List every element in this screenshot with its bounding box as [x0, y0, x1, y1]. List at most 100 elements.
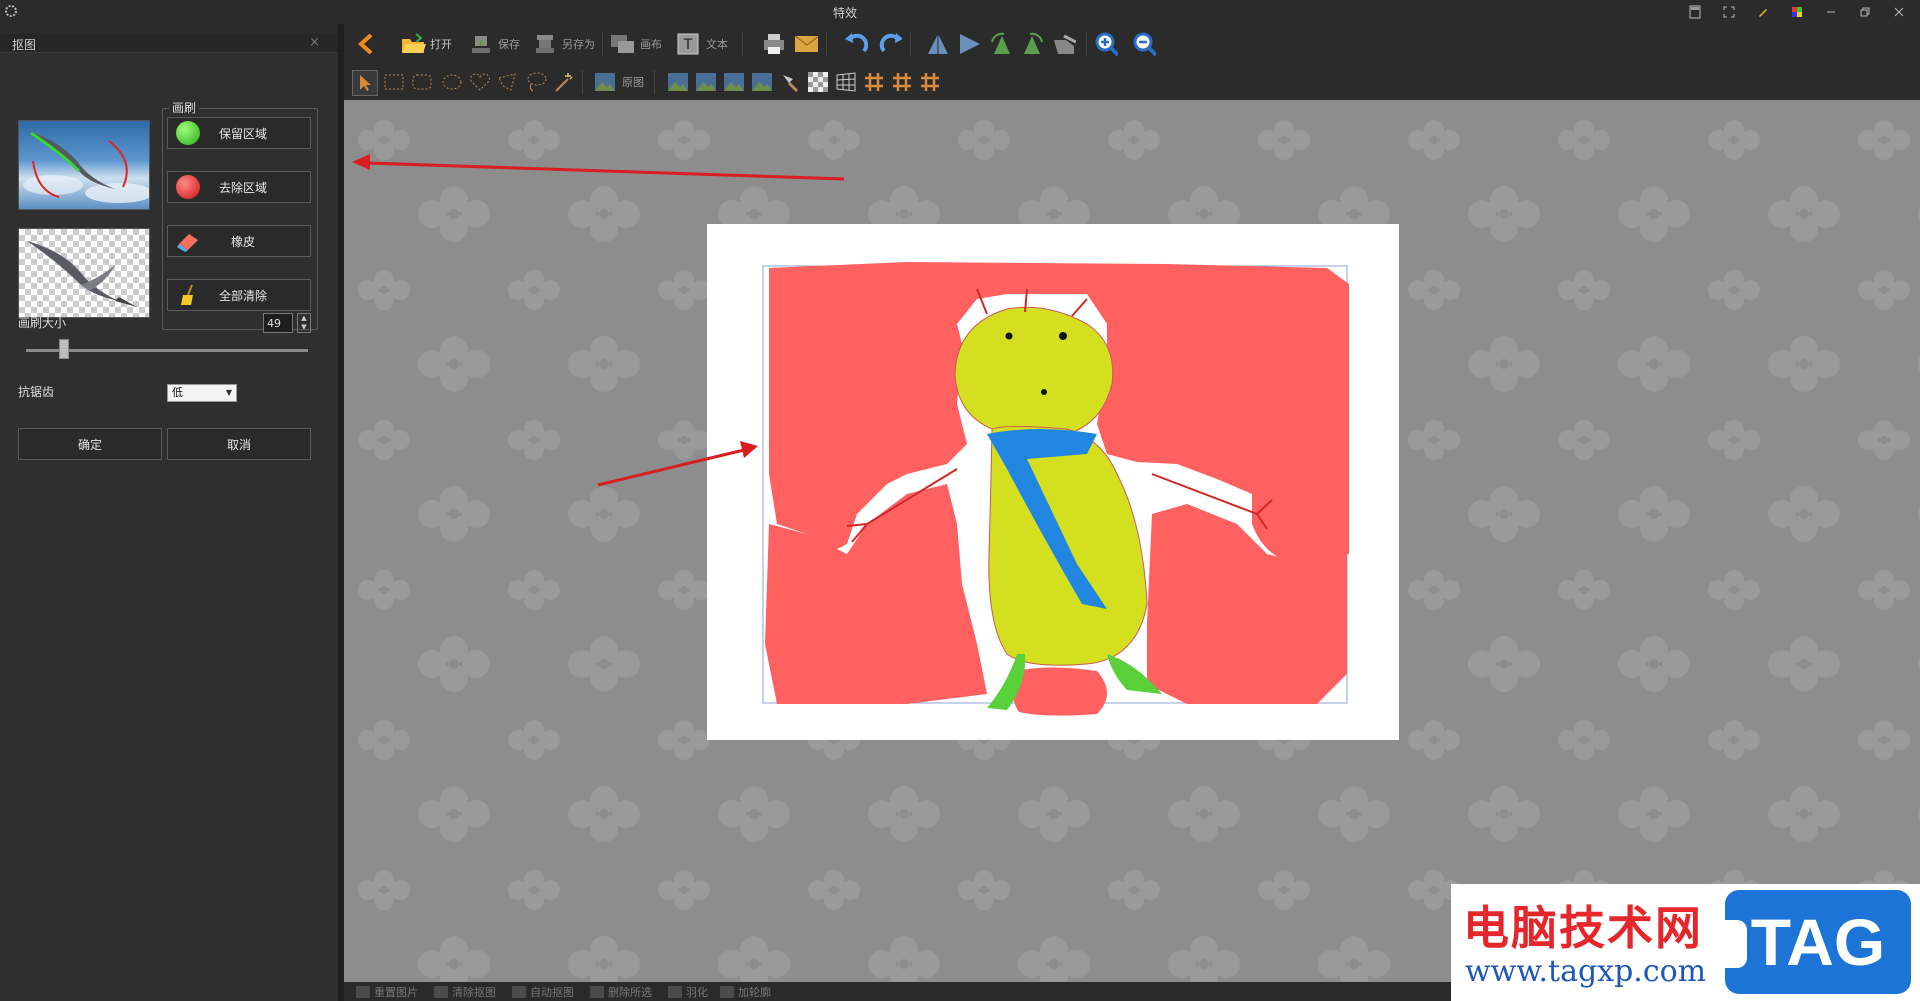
fullscreen-icon[interactable]	[1716, 2, 1742, 22]
print-icon[interactable]	[762, 32, 786, 56]
text-icon-glyph: T	[683, 37, 693, 53]
arrow-to-mask	[597, 448, 745, 487]
photo-filter-1-icon[interactable]	[666, 70, 690, 94]
heart-select-icon[interactable]	[468, 70, 492, 94]
grid-1-icon[interactable]	[862, 70, 886, 94]
remove-area-button[interactable]: 去除区域	[167, 171, 311, 203]
photo-filter-2-icon[interactable]	[694, 70, 718, 94]
brush-size-slider-thumb[interactable]	[58, 339, 69, 359]
remove-area-label: 去除区域	[218, 180, 267, 195]
watermark-tag-logo: TAG	[1725, 890, 1911, 994]
flip-vertical-icon[interactable]	[926, 32, 950, 56]
spin-up-icon[interactable]: ▲	[298, 314, 310, 323]
cancel-button[interactable]: 取消	[167, 428, 311, 460]
text-label: 文本	[706, 38, 728, 51]
toolbar-divider	[602, 32, 603, 56]
eraser-label: 橡皮	[230, 234, 255, 249]
lasso-select-icon[interactable]	[524, 70, 548, 94]
result-preview-thumbnail	[18, 228, 150, 318]
toolbar-divider	[910, 32, 911, 56]
clear-all-button[interactable]: 全部清除	[167, 279, 311, 311]
brush-size-value[interactable]: 49	[263, 313, 293, 333]
ellipse-select-icon[interactable]	[440, 70, 464, 94]
toolbar-divider	[582, 70, 583, 94]
zoom-out-icon[interactable]	[1132, 32, 1156, 57]
palette-icon[interactable]	[1784, 2, 1810, 22]
add-outline-action[interactable]: 加轮廓	[720, 984, 771, 1000]
brush-legend: 画刷	[169, 99, 200, 116]
email-icon[interactable]	[794, 32, 818, 56]
rotate-left-icon[interactable]	[990, 32, 1014, 56]
rotate-right-icon[interactable]	[1020, 32, 1044, 56]
cutout-panel: 抠图 × 画刷 保留区域 去除区域 橡皮 全部清除 画刷大小 49 ▲ ▼ 抗锯…	[0, 34, 338, 1001]
antialias-label: 抗锯齿	[18, 385, 55, 399]
photo-filter-4-icon[interactable]	[750, 70, 774, 94]
effects-icon[interactable]	[1052, 32, 1076, 56]
rect-select-icon[interactable]	[382, 70, 406, 94]
perspective-grid-icon[interactable]	[834, 70, 858, 94]
grid-3-icon[interactable]	[918, 70, 942, 94]
save-as-button[interactable]: 另存为	[532, 28, 595, 60]
restore-icon[interactable]	[1852, 2, 1878, 22]
toolbar-divider	[826, 32, 827, 56]
save-label: 保存	[498, 38, 520, 51]
undo-icon[interactable]	[844, 32, 868, 56]
rounded-rect-select-icon[interactable]	[410, 70, 434, 94]
brush-group: 画刷 保留区域 去除区域 橡皮 全部清除	[162, 99, 318, 330]
text-button[interactable]: T 文本	[676, 28, 728, 60]
original-image-button[interactable]: 原图	[592, 66, 644, 98]
title-bar: 特效	[0, 0, 1920, 24]
clear-cutout-action[interactable]: 清除抠图	[434, 984, 496, 1000]
photo-filter-3-icon[interactable]	[722, 70, 746, 94]
feather-icon	[668, 986, 682, 998]
reset-icon	[356, 986, 370, 998]
delete-selected-action[interactable]: 删除所选	[590, 984, 652, 1000]
window-title: 特效	[832, 6, 857, 20]
zoom-in-icon[interactable]	[1094, 32, 1118, 57]
watermark-url: www.tagxp.com	[1465, 954, 1707, 989]
reset-image-action[interactable]: 重置图片	[356, 984, 418, 1000]
brush-size-spinner[interactable]: 49 ▲ ▼	[263, 313, 315, 335]
canvas-area[interactable]	[344, 100, 1920, 982]
spin-down-icon[interactable]: ▼	[298, 323, 310, 332]
arrow-head-right	[740, 441, 758, 458]
brush-tool-icon[interactable]	[778, 70, 802, 94]
flip-horizontal-icon[interactable]	[958, 32, 982, 56]
open-label: 打开	[430, 38, 452, 51]
transparency-icon[interactable]	[806, 70, 830, 94]
red-dot-icon	[176, 175, 200, 199]
pointer-tool-icon[interactable]	[352, 70, 378, 96]
back-button[interactable]	[354, 28, 380, 60]
clear-cutout-label: 清除抠图	[452, 986, 496, 999]
document-icon[interactable]	[1682, 2, 1708, 22]
redo-icon[interactable]	[878, 32, 902, 56]
selection-toolbar: 原图	[344, 64, 1920, 101]
open-button[interactable]: 打开	[400, 28, 452, 60]
auto-cutout-action[interactable]: 自动抠图	[512, 984, 574, 1000]
pencil-icon[interactable]	[1750, 2, 1776, 22]
grid-2-icon[interactable]	[890, 70, 914, 94]
text-icon: T	[676, 31, 702, 57]
polygon-select-icon[interactable]	[496, 70, 520, 94]
canvas-button[interactable]: 画布	[610, 28, 662, 60]
close-window-icon[interactable]	[1886, 2, 1912, 22]
keep-area-button[interactable]: 保留区域	[167, 117, 311, 149]
panel-close-icon[interactable]: ×	[309, 35, 320, 50]
original-image-label: 原图	[622, 76, 644, 89]
keep-area-label: 保留区域	[218, 126, 267, 141]
eraser-button[interactable]: 橡皮	[167, 225, 311, 257]
spinner-arrows[interactable]: ▲ ▼	[297, 313, 311, 333]
original-preview-thumbnail	[18, 120, 153, 210]
eraser-icon	[176, 229, 200, 253]
magic-wand-icon[interactable]	[552, 70, 576, 94]
feather-label: 羽化	[686, 986, 708, 999]
site-watermark: 电脑技术网 www.tagxp.com TAG	[1451, 884, 1920, 1001]
ok-button[interactable]: 确定	[18, 428, 162, 460]
auto-cutout-label: 自动抠图	[530, 986, 574, 999]
chevron-down-icon: ▼	[225, 388, 232, 397]
clear-all-label: 全部清除	[218, 288, 267, 303]
minimize-icon[interactable]	[1818, 2, 1844, 22]
antialias-select[interactable]: 低 ▼	[167, 384, 237, 402]
feather-action[interactable]: 羽化	[668, 984, 708, 1000]
save-button[interactable]: 保存	[468, 28, 520, 60]
